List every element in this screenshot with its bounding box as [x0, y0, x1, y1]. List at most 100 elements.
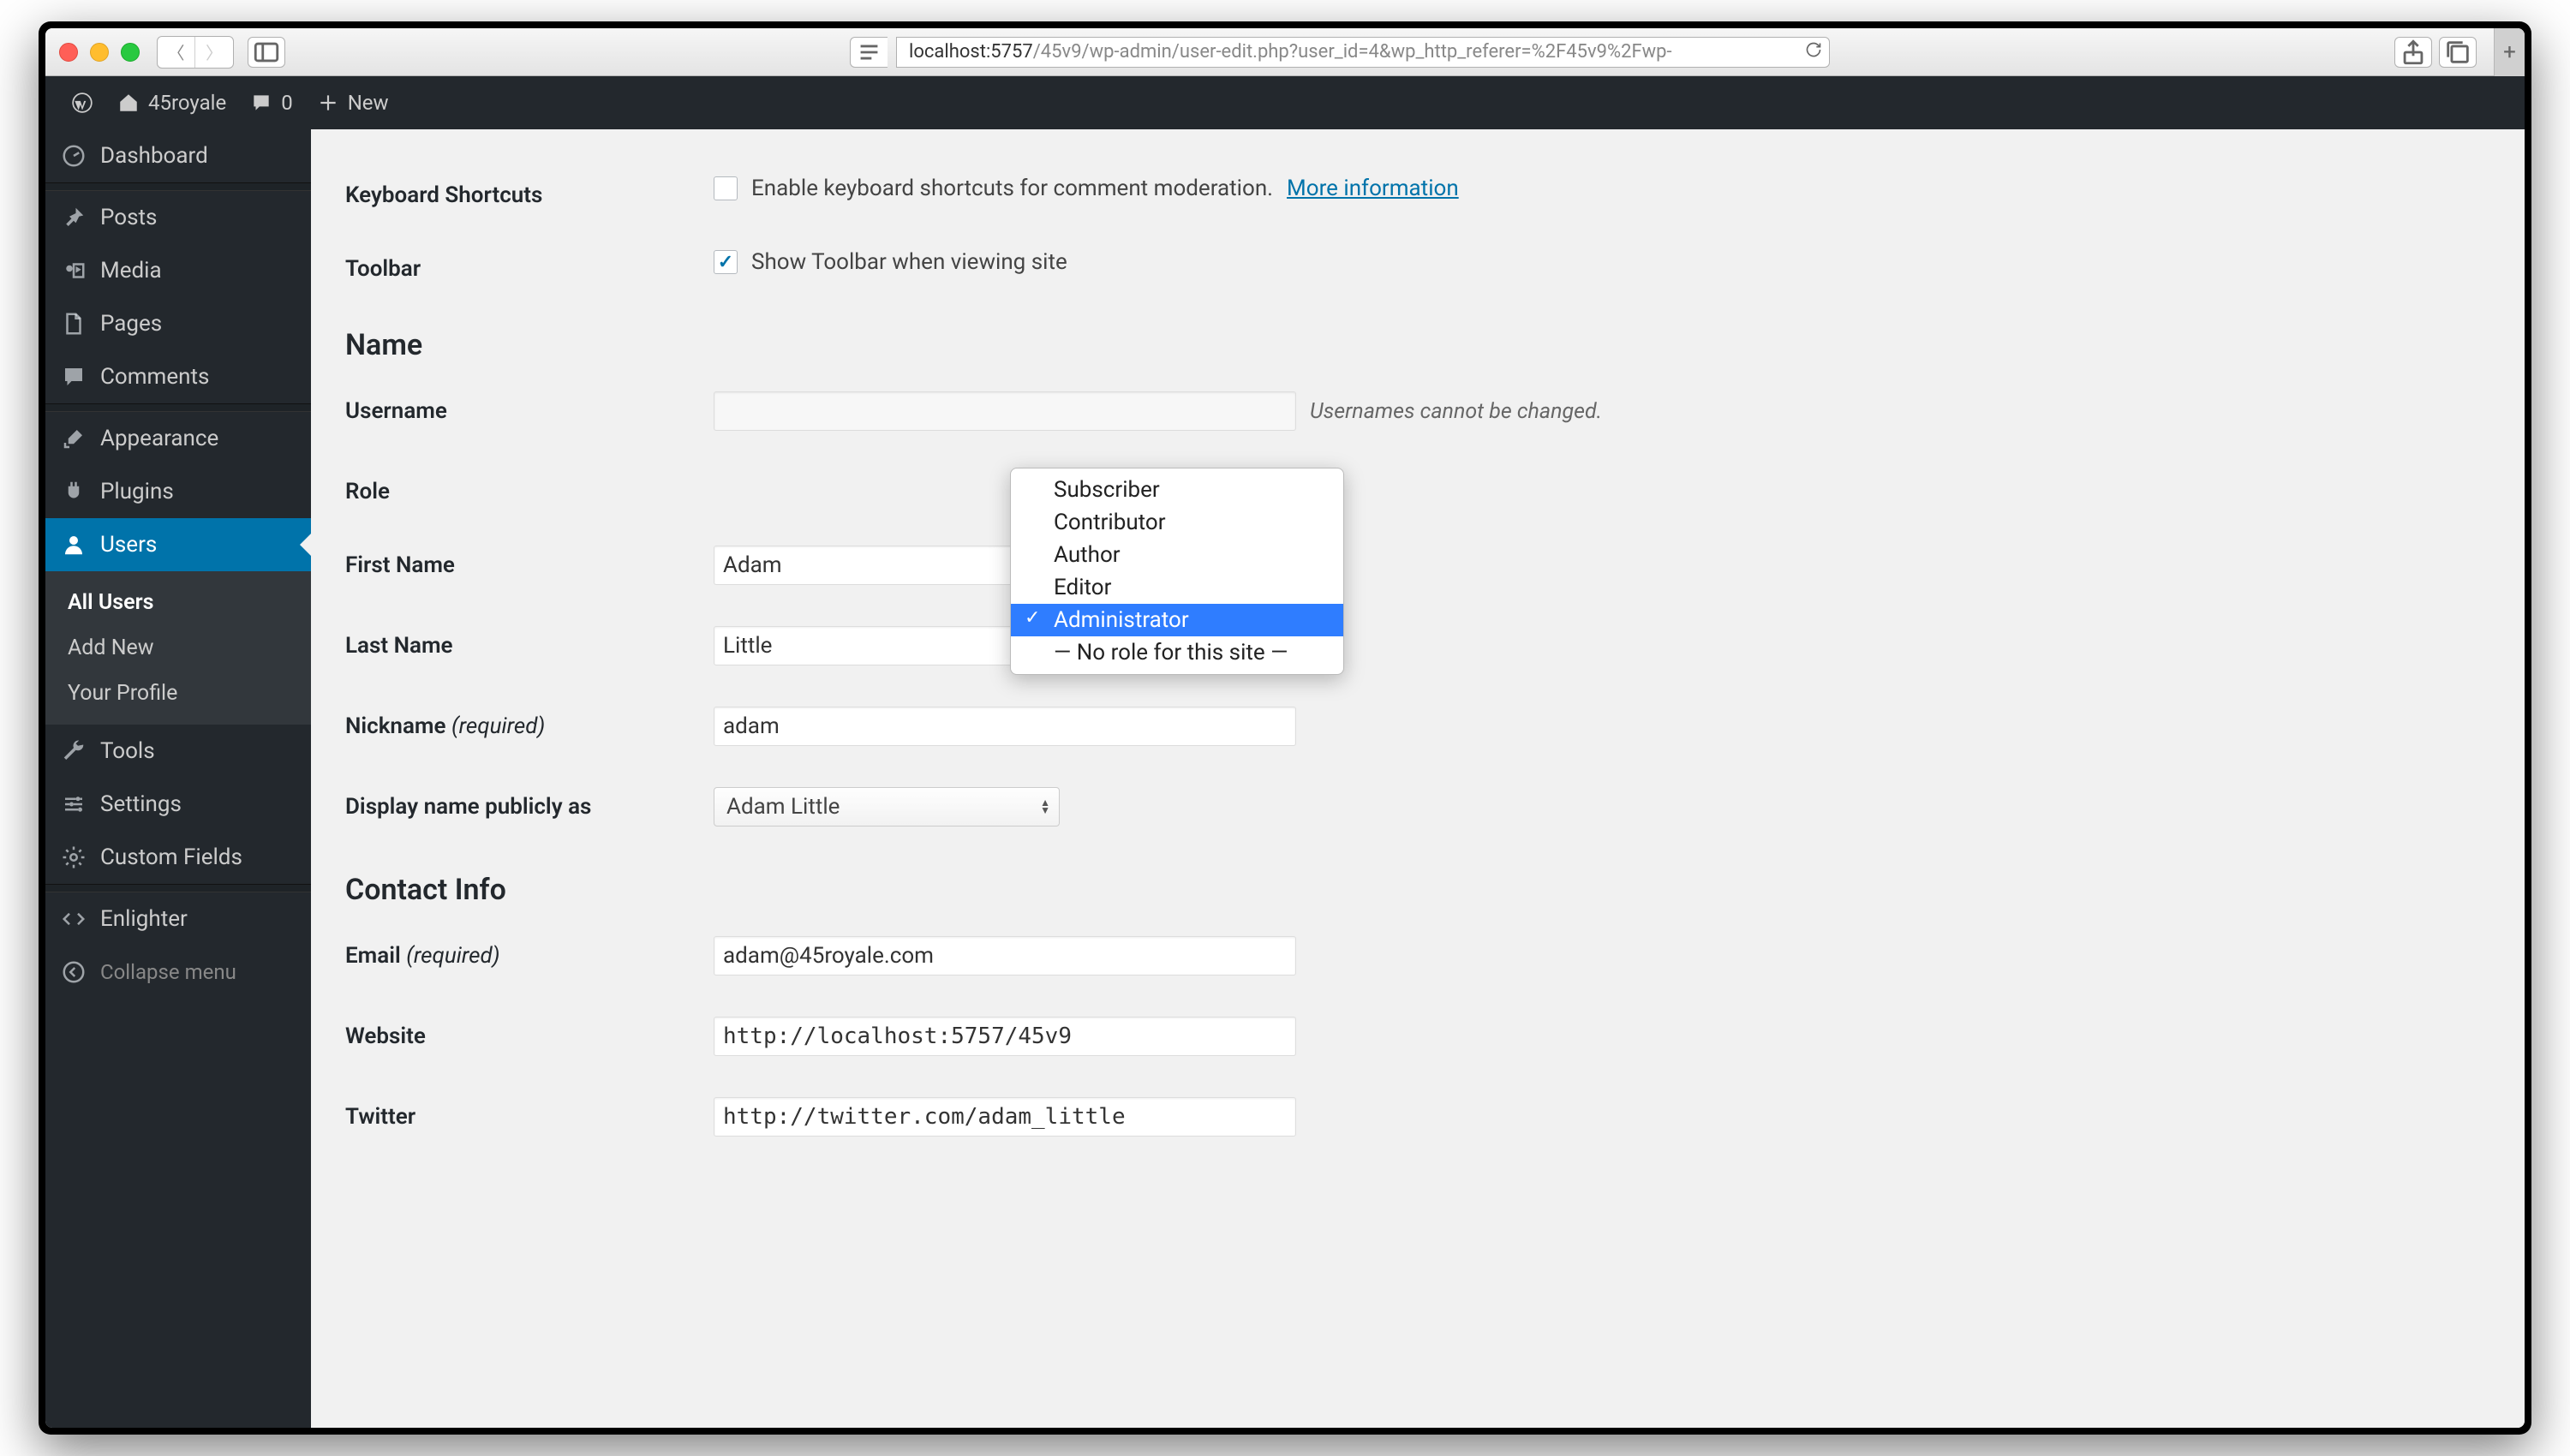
toolbar-text: Show Toolbar when viewing site — [751, 249, 1067, 275]
submenu-add-new[interactable]: Add New — [45, 625, 311, 671]
sidebar-item-settings[interactable]: Settings — [45, 778, 311, 831]
sidebar-item-label: Enlighter — [100, 906, 188, 932]
sidebar-item-users[interactable]: Users — [45, 518, 311, 571]
collapse-menu-button[interactable]: Collapse menu — [45, 946, 311, 999]
row-username: Username Usernames cannot be changed. — [345, 371, 2490, 451]
sidebar-item-label: Posts — [100, 205, 157, 230]
brush-icon — [61, 426, 87, 451]
email-label: Email (required) — [345, 936, 714, 969]
select-arrows-icon: ▲▼ — [1040, 799, 1050, 815]
sidebar-item-label: Dashboard — [100, 143, 208, 169]
sidebar-item-label: Plugins — [100, 479, 174, 504]
submenu-all-users[interactable]: All Users — [45, 580, 311, 625]
name-heading: Name — [345, 328, 2490, 362]
sidebar-toggle-button[interactable] — [248, 37, 285, 68]
chevron-left-icon: 〈 — [168, 39, 185, 64]
sidebar-item-media[interactable]: Media — [45, 244, 311, 297]
more-information-link[interactable]: More information — [1287, 176, 1459, 201]
username-note: Usernames cannot be changed. — [1310, 399, 1602, 424]
wrench-icon — [61, 738, 87, 764]
twitter-input[interactable] — [714, 1097, 1296, 1137]
collapse-label: Collapse menu — [100, 960, 236, 984]
forward-button[interactable]: 〉 — [195, 37, 233, 68]
sidebar-item-label: Media — [100, 258, 162, 283]
role-option-contributor[interactable]: Contributor — [1011, 506, 1343, 539]
keyboard-shortcuts-checkbox[interactable] — [714, 176, 738, 200]
wp-admin-bar: 45royale 0 New — [45, 76, 2525, 129]
new-content-menu[interactable]: New — [305, 76, 401, 129]
row-role: Role — [345, 451, 2490, 525]
chevron-right-icon: 〉 — [206, 39, 223, 64]
email-input[interactable] — [714, 936, 1296, 976]
tabs-button[interactable] — [2439, 37, 2477, 68]
first-name-label: First Name — [345, 546, 714, 578]
role-dropdown: Subscriber Contributor Author Editor Adm… — [1010, 468, 1344, 675]
pin-icon — [61, 205, 87, 230]
display-name-label: Display name publicly as — [345, 787, 714, 820]
sidebar-item-pages[interactable]: Pages — [45, 297, 311, 350]
sidebar-item-enlighter[interactable]: Enlighter — [45, 892, 311, 946]
sidebar-item-custom-fields[interactable]: Custom Fields — [45, 831, 311, 884]
back-button[interactable]: 〈 — [158, 37, 195, 68]
collapse-icon — [61, 959, 87, 985]
site-name-menu[interactable]: 45royale — [105, 76, 238, 129]
role-option-administrator[interactable]: Administrator — [1011, 604, 1343, 636]
website-label: Website — [345, 1017, 714, 1049]
menu-separator — [45, 403, 311, 412]
wp-logo-menu[interactable] — [59, 76, 105, 129]
share-icon — [2395, 38, 2431, 67]
sliders-icon — [61, 791, 87, 817]
sidebar-item-comments[interactable]: Comments — [45, 350, 311, 403]
sidebar-item-label: Pages — [100, 311, 162, 337]
home-icon — [117, 92, 140, 114]
dashboard-icon — [61, 143, 87, 169]
main-content: Keyboard Shortcuts Enable keyboard short… — [311, 129, 2525, 1428]
nickname-input[interactable] — [714, 707, 1296, 746]
row-toolbar: Toolbar Show Toolbar when viewing site — [345, 229, 2490, 302]
code-icon — [61, 906, 87, 932]
role-option-author[interactable]: Author — [1011, 539, 1343, 571]
sidebar-item-plugins[interactable]: Plugins — [45, 465, 311, 518]
menu-separator — [45, 182, 311, 191]
sidebar-item-appearance[interactable]: Appearance — [45, 412, 311, 465]
site-name-label: 45royale — [148, 91, 226, 115]
row-first-name: First Name — [345, 525, 2490, 606]
last-name-label: Last Name — [345, 626, 714, 659]
row-keyboard-shortcuts: Keyboard Shortcuts Enable keyboard short… — [345, 155, 2490, 229]
keyboard-shortcuts-text: Enable keyboard shortcuts for comment mo… — [751, 176, 1273, 201]
admin-sidebar: Dashboard Posts Media Pages Comments — [45, 129, 311, 1428]
new-label: New — [348, 91, 389, 115]
submenu-your-profile[interactable]: Your Profile — [45, 671, 311, 716]
role-option-editor[interactable]: Editor — [1011, 571, 1343, 604]
nickname-label: Nickname (required) — [345, 707, 714, 739]
comment-count: 0 — [281, 91, 293, 115]
maximize-window-button[interactable] — [121, 43, 140, 62]
row-email: Email (required) — [345, 916, 2490, 996]
new-tab-button[interactable]: + — [2494, 28, 2525, 76]
sidebar-item-dashboard[interactable]: Dashboard — [45, 129, 311, 182]
sidebar-item-posts[interactable]: Posts — [45, 191, 311, 244]
sidebar-item-label: Comments — [100, 364, 209, 390]
role-option-subscriber[interactable]: Subscriber — [1011, 474, 1343, 506]
sidebar-item-label: Settings — [100, 791, 182, 817]
sidebar-item-tools[interactable]: Tools — [45, 725, 311, 778]
url-bar[interactable]: localhost:5757/45v9/wp-admin/user-edit.p… — [896, 37, 1830, 68]
plug-icon — [61, 479, 87, 504]
display-name-select[interactable]: Adam Little ▲▼ — [714, 787, 1060, 826]
tabs-icon — [2440, 38, 2476, 67]
sidebar-icon — [248, 38, 284, 67]
keyboard-shortcuts-label: Keyboard Shortcuts — [345, 176, 714, 208]
plus-icon — [317, 92, 339, 114]
url-host: localhost:5757 — [909, 41, 1033, 63]
reload-icon — [1805, 41, 1822, 58]
reload-button[interactable] — [1805, 41, 1822, 63]
role-option-no-role[interactable]: — No role for this site — — [1011, 636, 1343, 669]
share-button[interactable] — [2394, 37, 2432, 68]
close-window-button[interactable] — [59, 43, 78, 62]
reader-button[interactable] — [850, 37, 888, 68]
website-input[interactable] — [714, 1017, 1296, 1056]
comments-menu[interactable]: 0 — [238, 76, 305, 129]
toolbar-checkbox[interactable] — [714, 250, 738, 274]
minimize-window-button[interactable] — [90, 43, 109, 62]
sidebar-item-label: Custom Fields — [100, 844, 242, 870]
